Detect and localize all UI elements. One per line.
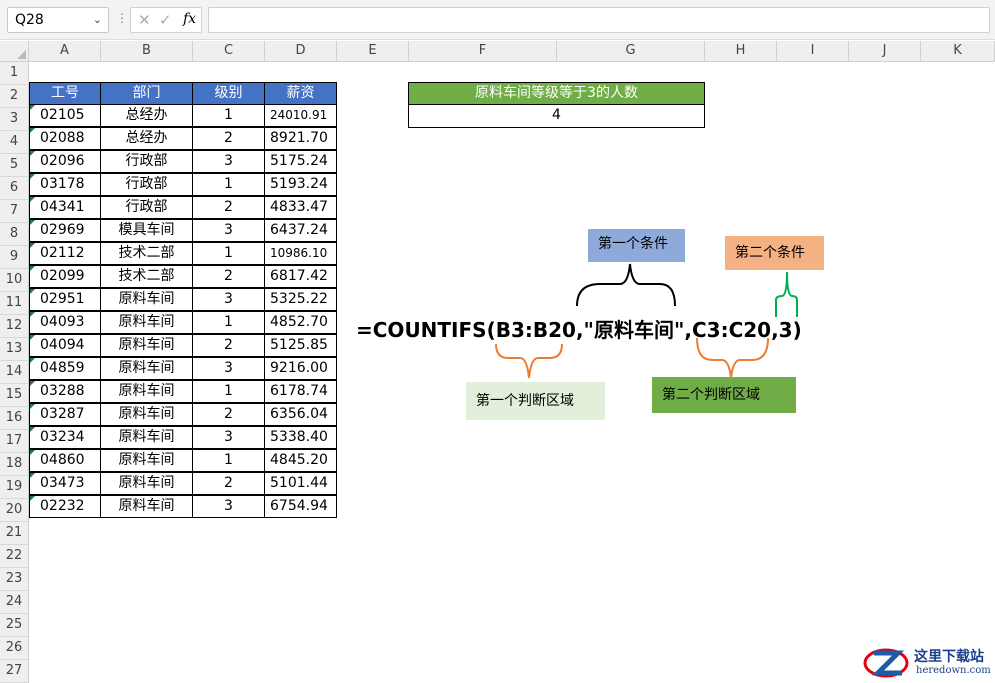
brace-second-range — [696, 337, 769, 379]
watermark: 这里下载站 heredown.com — [862, 644, 992, 680]
brace-second-condition — [775, 271, 798, 317]
countifs-formula: =COUNTIFS(B3:B20,"原料车间",C3:C20,3) — [356, 318, 802, 342]
watermark-url: heredown.com — [916, 665, 991, 676]
z-logo-icon — [863, 648, 909, 678]
brace-first-condition — [576, 263, 676, 307]
watermark-brand: 这里下载站 — [914, 649, 984, 665]
brace-first-range — [495, 343, 563, 379]
